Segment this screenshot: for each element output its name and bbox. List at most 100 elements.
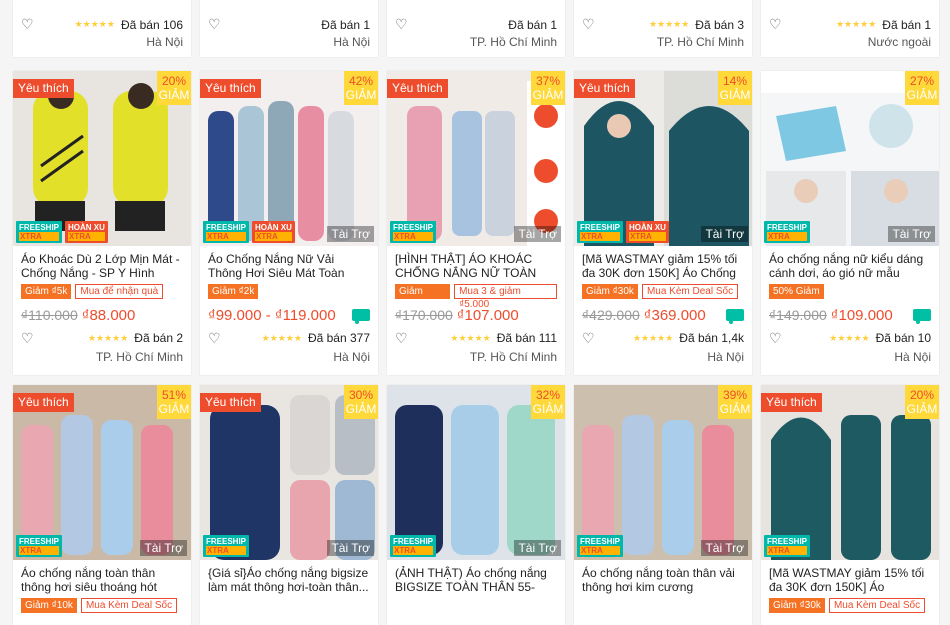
product-card[interactable]: 39% GIẢM FREESHIP XTRA Tài Trợ Áo chống nắ… xyxy=(574,385,752,625)
product-title[interactable]: [HÌNH THẬT] ÁO KHOÁC CHỐNG NẮNG NỮ TOÀN … xyxy=(395,252,557,280)
promo-badges: FREESHIP XTRA HOÀN XU XTRA xyxy=(577,221,669,243)
freeship-badge: FREESHIP XTRA xyxy=(203,535,250,557)
free-ship-icon xyxy=(913,309,931,324)
product-card-top-3[interactable]: ♡★★★★★Đã bán 1 TP. Hồ Chí Minh xyxy=(387,0,565,57)
promo-tag: Mua Kèm Deal Sốc xyxy=(80,598,178,613)
product-image[interactable]: Yêu thích 20% GIẢM FREESHIP XTRA xyxy=(761,385,939,560)
promo-badges: FREESHIP XTRA xyxy=(764,535,811,557)
product-image[interactable]: 32% GIẢM FREESHIP XTRA Tài Trợ xyxy=(387,385,565,560)
freeship-badge: FREESHIP XTRA xyxy=(203,221,250,243)
product-card[interactable]: Yêu thích 20% GIẢM FREESHIP XTRA [Mã WASTM… xyxy=(761,385,939,625)
promo-badges: FREESHIP XTRA HOÀN XU XTRA xyxy=(203,221,295,243)
heart-icon[interactable]: ♡ xyxy=(769,330,782,347)
product-card[interactable]: Yêu thích 14% GIẢM FREESHIP XTRA HOÀN XU XT… xyxy=(574,71,752,375)
product-image[interactable]: 39% GIẢM FREESHIP XTRA Tài Trợ xyxy=(574,385,752,560)
product-title[interactable]: (ẢNH THẬT) Áo chống nắng BIGSIZE TOÀN TH… xyxy=(395,566,557,594)
favorite-badge: Yêu thích xyxy=(13,79,74,98)
rating-stars: ★★★★★ xyxy=(450,332,491,343)
freeship-badge: FREESHIP XTRA xyxy=(577,535,624,557)
heart-icon[interactable]: ♡ xyxy=(582,16,595,33)
location: Hà Nội xyxy=(707,350,744,364)
product-image[interactable]: Yêu thích 20% GIẢM FREESHIP XTRA HOÀN XU XT… xyxy=(13,71,191,246)
product-card[interactable]: 32% GIẢM FREESHIP XTRA Tài Trợ (ẢNH THẬT) … xyxy=(387,385,565,625)
promo-badges: FREESHIP XTRA xyxy=(16,535,63,557)
sponsored-label: Tài Trợ xyxy=(701,226,748,242)
location: TP. Hồ Chí Minh xyxy=(469,350,557,364)
promo-tag: Mua Kèm Deal Sốc xyxy=(641,284,739,299)
product-card[interactable]: Yêu thích 42% GIẢM FREESHIP XTRA HOÀN XU XT… xyxy=(200,71,378,375)
product-title[interactable]: {Giá sỉ}Áo chống nắng bigsize làm mát th… xyxy=(208,566,370,594)
freeship-badge: FREESHIP XTRA xyxy=(16,221,63,243)
favorite-badge: Yêu thích xyxy=(200,79,261,98)
heart-icon[interactable]: ♡ xyxy=(769,16,782,33)
favorite-badge: Yêu thích xyxy=(200,393,261,412)
product-card-top-1[interactable]: ♡ ★★★★★ Đã bán 106 Hà Nội xyxy=(13,0,191,57)
sponsored-label: Tài Trợ xyxy=(888,226,935,242)
voucher-tag: Giảm ₫5k xyxy=(21,284,72,299)
discount-badge: 30% GIẢM xyxy=(344,385,378,419)
sponsored-label: Tài Trợ xyxy=(327,226,374,242)
product-title[interactable]: Áo chống nắng toàn thân thông hơi siêu t… xyxy=(21,566,183,594)
product-card[interactable]: Yêu thích 20% GIẢM FREESHIP XTRA HOÀN XU XT… xyxy=(13,71,191,375)
favorite-badge: Yêu thích xyxy=(574,79,635,98)
freeship-badge: FREESHIP XTRA xyxy=(16,535,63,557)
product-title[interactable]: Áo chống nắng toàn thân vải thông hơi ki… xyxy=(582,566,744,594)
promo-badges: FREESHIP XTRA xyxy=(764,221,811,243)
promo-badges: FREESHIP XTRA xyxy=(390,535,437,557)
heart-icon[interactable]: ♡ xyxy=(582,330,595,347)
sold-count: Đã bán 3 xyxy=(695,17,744,32)
sale-price: ₫88.000 xyxy=(81,306,136,324)
product-card[interactable]: Yêu thích 37% GIẢM FREESHIP XTRA Tài Trợ [… xyxy=(387,71,565,375)
product-title[interactable]: [Mã WASTMAY giảm 15% tối đa 30K đơn 150K… xyxy=(769,566,931,594)
product-title[interactable]: Áo Khoác Dù 2 Lớp Mịn Mát - Chống Nắng -… xyxy=(21,252,183,280)
sponsored-label: Tài Trợ xyxy=(327,540,374,556)
product-image[interactable]: Yêu thích 51% GIẢM FREESHIP XTRA Tài Trợ xyxy=(13,385,191,560)
product-title[interactable]: Áo chống nắng nữ kiểu dáng cánh dơi, áo … xyxy=(769,252,931,280)
original-price: ₫170.000 xyxy=(395,307,453,323)
product-card-top-2[interactable]: ♡★★★★★Đã bán 1 Hà Nội xyxy=(200,0,378,57)
sale-price: ₫99.000 - ₫119.000 xyxy=(208,306,336,324)
discount-badge: 20% GIẢM xyxy=(157,71,191,105)
product-image[interactable]: Yêu thích 14% GIẢM FREESHIP XTRA HOÀN XU XT… xyxy=(574,71,752,246)
heart-icon[interactable]: ♡ xyxy=(208,16,221,33)
product-image[interactable]: 27% GIẢM FREESHIP XTRA Tài Trợ xyxy=(761,71,939,246)
original-price: ₫149.000 xyxy=(769,307,827,323)
sponsored-label: Tài Trợ xyxy=(514,226,561,242)
product-title[interactable]: Áo Chống Nắng Nữ Vải Thông Hơi Siêu Mát … xyxy=(208,252,370,280)
product-image[interactable]: Yêu thích 42% GIẢM FREESHIP XTRA HOÀN XU XT… xyxy=(200,71,378,246)
location: Hà Nội xyxy=(894,350,931,364)
heart-icon[interactable]: ♡ xyxy=(395,330,408,347)
voucher-tag: 50% Giảm xyxy=(769,284,824,299)
sold-count: Đã bán 106 xyxy=(120,17,183,32)
product-title[interactable]: [Mã WASTMAY giảm 15% tối đa 30K đơn 150K… xyxy=(582,252,744,280)
location: TP. Hồ Chí Minh xyxy=(656,35,744,49)
product-card[interactable]: Yêu thích 30% GIẢM FREESHIP XTRA Tài Trợ {… xyxy=(200,385,378,625)
product-card[interactable]: Yêu thích 51% GIẢM FREESHIP XTRA Tài Trợ Á… xyxy=(13,385,191,625)
discount-badge: 42% GIẢM xyxy=(344,71,378,105)
promo-tag: Mua để nhận quà xyxy=(75,284,164,299)
sold-count: Đã bán 1 xyxy=(321,17,370,32)
sold-count: Đã bán 10 xyxy=(875,331,931,345)
voucher-tag: Giảm ₫30k xyxy=(769,598,825,613)
freeship-badge: FREESHIP XTRA xyxy=(764,535,811,557)
sponsored-label: Tài Trợ xyxy=(140,540,187,556)
product-card-top-4[interactable]: ♡ ★★★★★ Đã bán 3 TP. Hồ Chí Minh xyxy=(574,0,752,57)
heart-icon[interactable]: ♡ xyxy=(395,16,408,33)
hoanxu-badge: HOÀN XU XTRA xyxy=(65,221,108,243)
product-image[interactable]: Yêu thích 30% GIẢM FREESHIP XTRA Tài Trợ xyxy=(200,385,378,560)
product-card[interactable]: 27% GIẢM FREESHIP XTRA Tài Trợ Áo chống nắ… xyxy=(761,71,939,375)
heart-icon[interactable]: ♡ xyxy=(208,330,221,347)
heart-icon[interactable]: ♡ xyxy=(21,16,34,33)
sale-price: ₫369.000 xyxy=(643,306,706,324)
product-image[interactable]: Yêu thích 37% GIẢM FREESHIP XTRA Tài Trợ xyxy=(387,71,565,246)
voucher-tag: Giảm ₫10k xyxy=(21,598,77,613)
product-card-top-5[interactable]: ♡ ★★★★★ Đã bán 1 Nước ngoài xyxy=(761,0,939,57)
sold-count: Đã bán 2 xyxy=(134,331,183,345)
sale-price: ₫107.000 xyxy=(456,306,519,324)
sponsored-label: Tài Trợ xyxy=(514,540,561,556)
heart-icon[interactable]: ♡ xyxy=(21,330,34,347)
rating-stars: ★★★★★ xyxy=(261,332,302,343)
promo-badges: FREESHIP XTRA xyxy=(390,221,437,243)
sale-price: ₫109.000 xyxy=(830,306,893,324)
discount-badge: 37% GIẢM xyxy=(531,71,565,105)
